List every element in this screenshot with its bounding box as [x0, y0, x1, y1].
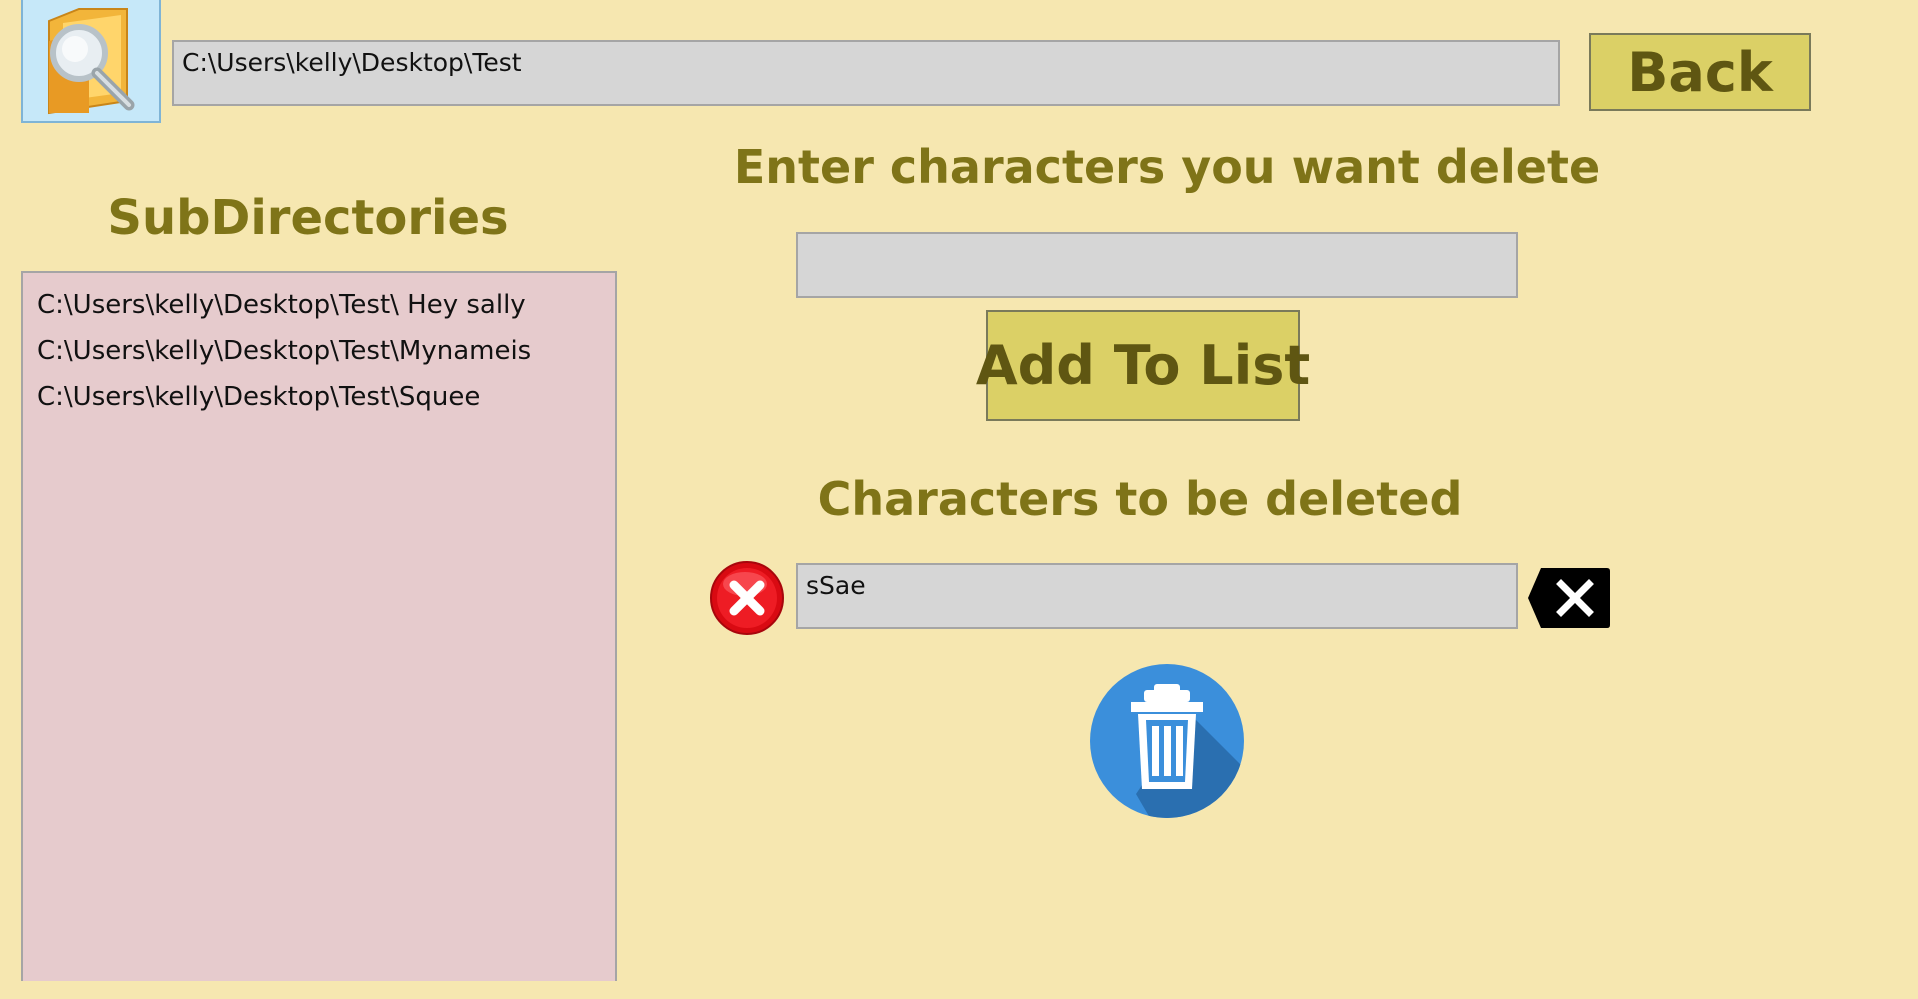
- list-item[interactable]: C:\Users\kelly\Desktop\Test\Mynameis: [37, 328, 601, 374]
- backspace-icon: [1528, 568, 1610, 628]
- clear-characters-button[interactable]: [1527, 566, 1611, 630]
- browse-folder-button[interactable]: [21, 0, 161, 123]
- characters-input[interactable]: [796, 232, 1518, 298]
- enter-characters-heading: Enter characters you want delete: [733, 140, 1601, 194]
- add-to-list-button[interactable]: Add To List: [976, 310, 1310, 421]
- list-item[interactable]: C:\Users\kelly\Desktop\Test\Squee: [37, 374, 601, 420]
- folder-search-icon: [48, 7, 135, 114]
- trash-icon: [1090, 664, 1244, 818]
- list-item[interactable]: C:\Users\kelly\Desktop\Test\ Hey sally: [37, 282, 601, 328]
- remove-red-x-icon: [710, 561, 784, 635]
- back-button[interactable]: Back: [1589, 33, 1811, 111]
- path-field[interactable]: C:\Users\kelly\Desktop\Test: [172, 40, 1560, 106]
- subdirectories-heading: SubDirectories: [107, 190, 509, 246]
- remove-item-button[interactable]: [709, 560, 785, 636]
- characters-to-delete-heading: Characters to be deleted: [817, 472, 1463, 526]
- subdirectory-list[interactable]: C:\Users\kelly\Desktop\Test\ Hey sally C…: [21, 271, 617, 981]
- app-window: C:\Users\kelly\Desktop\Test Back Enter c…: [0, 0, 1918, 999]
- delete-characters-button[interactable]: [1090, 664, 1244, 818]
- characters-to-delete-field[interactable]: sSae: [796, 563, 1518, 629]
